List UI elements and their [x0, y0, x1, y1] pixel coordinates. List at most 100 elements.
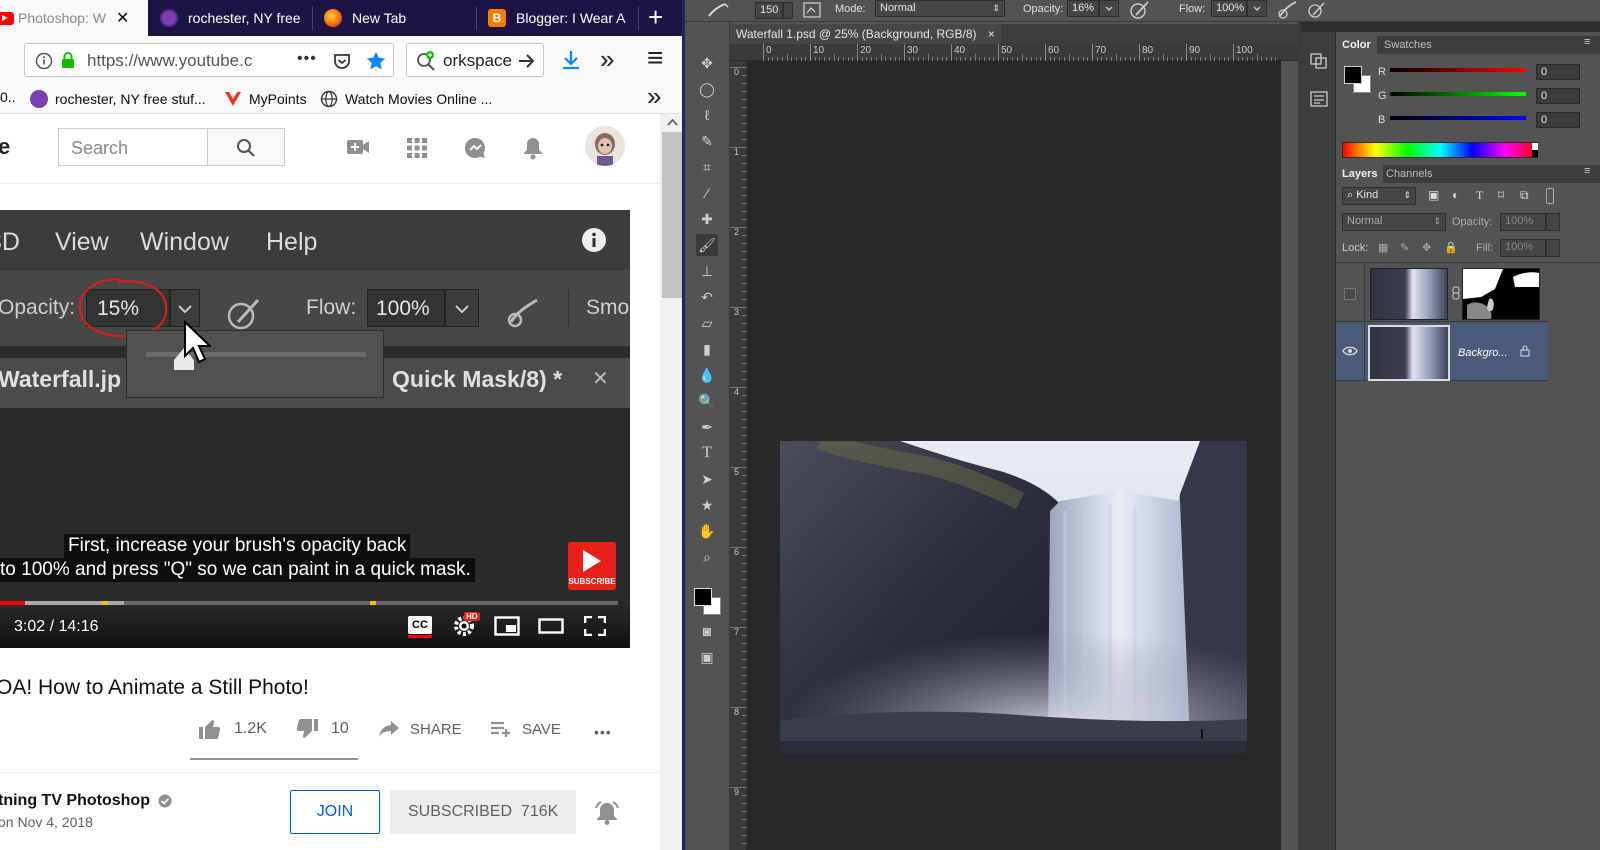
red-value-field[interactable]: 0 [1536, 64, 1580, 80]
layer-thumbnail[interactable] [1368, 325, 1450, 381]
filter-shape-icon[interactable]: ⌑ [1498, 188, 1504, 202]
green-value-field[interactable]: 0 [1536, 88, 1580, 104]
messages-icon[interactable] [464, 137, 486, 159]
panel-menu-icon[interactable]: ≡ [1584, 165, 1590, 177]
eye-visibility-icon[interactable] [1342, 345, 1358, 357]
info-icon[interactable] [35, 52, 53, 70]
zoom-tool-icon[interactable]: ⌕ [696, 546, 718, 568]
bookmark-star-icon[interactable] [365, 50, 387, 72]
lock-transparency-icon[interactable]: ▦ [1378, 241, 1388, 254]
tab-rochester[interactable]: rochester, NY free [150, 0, 310, 36]
brush-panel-toggle-icon[interactable] [803, 2, 821, 18]
layer-thumbnail[interactable] [1370, 268, 1448, 320]
join-button[interactable]: JOIN [290, 790, 380, 834]
scrollbar-thumb[interactable] [662, 132, 682, 298]
brush-size-field[interactable]: 150 [755, 2, 783, 19]
tab-channels[interactable]: Channels [1380, 165, 1438, 183]
lock-pixels-icon[interactable]: ✎ [1400, 241, 1409, 254]
hand-tool-icon[interactable]: ✋ [696, 520, 718, 542]
layer-mask-thumbnail[interactable] [1462, 268, 1540, 320]
foreground-color-swatch[interactable] [694, 588, 712, 606]
filter-type-icon[interactable]: T [1476, 188, 1483, 203]
shape-tool-icon[interactable]: ★ [696, 494, 718, 516]
gradient-tool-icon[interactable]: ▮ [696, 338, 718, 360]
notifications-bell-icon[interactable] [522, 136, 544, 160]
tab-photoshop[interactable]: Photoshop: W ✕ [0, 0, 148, 36]
miniplayer-icon[interactable] [494, 616, 520, 636]
subscribe-watermark-button[interactable]: SUBSCRIBE [568, 542, 616, 590]
new-tab-button[interactable]: + [648, 2, 663, 32]
apps-grid-icon[interactable] [407, 138, 427, 158]
chevron-down-icon[interactable] [1253, 6, 1261, 12]
screen-mode-icon[interactable]: ▣ [696, 646, 718, 668]
dislike-button[interactable]: 10 [295, 718, 349, 740]
pocket-icon[interactable] [332, 51, 352, 71]
pen-tool-icon[interactable]: ✒ [696, 416, 718, 438]
lock-all-icon[interactable]: 🔒 [1444, 241, 1458, 254]
blend-mode-dropdown[interactable]: Normal ⇕ [1342, 213, 1446, 231]
video-info-icon[interactable] [581, 227, 607, 253]
canvas-scrollbar[interactable] [1281, 61, 1298, 850]
more-actions-icon[interactable]: ••• [594, 724, 612, 740]
mode-dropdown[interactable]: Normal ⇕ [875, 0, 1005, 17]
bookmark-rochester[interactable]: rochester, NY free stuf... [30, 88, 206, 110]
page-actions-icon[interactable]: ••• [297, 50, 317, 68]
notification-bell-icon[interactable] [594, 800, 620, 826]
tab-layers[interactable]: Layers [1336, 165, 1384, 183]
scroll-up-icon[interactable] [667, 118, 678, 126]
share-button[interactable]: SHARE [378, 720, 462, 738]
like-button[interactable]: 1.2K [198, 718, 267, 740]
pressure-size-icon[interactable] [1307, 0, 1327, 20]
lasso-tool-icon[interactable]: ℓ [696, 104, 718, 126]
layer-opacity-field[interactable]: 100% [1500, 213, 1546, 231]
path-selection-tool-icon[interactable]: ➤ [696, 468, 718, 490]
history-brush-tool-icon[interactable]: ↶ [696, 286, 718, 308]
tab-color[interactable]: Color [1336, 36, 1377, 54]
tab-blogger[interactable]: B Blogger: I Wear A [478, 0, 636, 36]
document-close-icon[interactable]: × [988, 27, 995, 41]
filter-pixel-icon[interactable]: ▣ [1428, 188, 1439, 202]
filter-toggle[interactable] [1546, 188, 1554, 204]
pressure-opacity-icon[interactable] [1129, 0, 1151, 20]
channel-name[interactable]: tning TV Photoshop [0, 792, 150, 810]
chevron-down-icon[interactable] [1105, 6, 1113, 12]
video-player[interactable]: 3D View Window Help Opacity: 15% Flow: 1… [0, 210, 630, 648]
save-button[interactable]: SAVE [490, 720, 561, 738]
tab-new-tab[interactable]: New Tab [314, 0, 474, 36]
hamburger-menu-icon[interactable]: ≡ [647, 42, 663, 74]
filter-kind-dropdown[interactable]: ⌕ Kind ⇕ [1342, 187, 1416, 205]
youtube-logo-fragment[interactable]: e [0, 134, 10, 160]
move-tool-icon[interactable]: ✥ [696, 52, 718, 74]
properties-panel-icon[interactable] [1309, 90, 1329, 108]
search-input[interactable]: Search [58, 128, 208, 166]
eyedropper-tool-icon[interactable]: ⁄ [696, 182, 718, 204]
fullscreen-icon[interactable] [584, 616, 606, 636]
go-arrow-icon[interactable] [517, 51, 537, 71]
crop-tool-icon[interactable]: ⌗ [696, 156, 718, 178]
lock-position-icon[interactable]: ✥ [1422, 241, 1431, 254]
clone-stamp-tool-icon[interactable]: ⊥ [696, 260, 718, 282]
blue-value-field[interactable]: 0 [1536, 112, 1580, 128]
blur-tool-icon[interactable]: 💧 [696, 364, 718, 386]
flow-field[interactable]: 100% [1211, 0, 1247, 17]
color-spectrum-ramp[interactable] [1342, 142, 1538, 158]
downloads-icon[interactable] [560, 49, 582, 71]
green-slider[interactable] [1390, 92, 1526, 96]
mask-link-chain-icon[interactable] [1452, 286, 1460, 300]
search-bar[interactable]: orkspace [406, 43, 544, 77]
theater-mode-icon[interactable] [538, 618, 564, 634]
quick-mask-icon[interactable]: ◙ [696, 620, 718, 642]
search-button[interactable] [207, 128, 285, 166]
document-tab[interactable]: Waterfall 1.psd @ 25% (Background, RGB/8… [730, 24, 1001, 44]
avatar[interactable] [585, 126, 625, 166]
blue-slider[interactable] [1390, 116, 1526, 120]
fill-field[interactable]: 100% [1500, 239, 1546, 257]
waterfall-image[interactable] [780, 441, 1247, 754]
quick-selection-tool-icon[interactable]: ✎ [696, 130, 718, 152]
subscribed-button[interactable]: SUBSCRIBED 716K [390, 790, 576, 834]
opacity-field[interactable]: 16% [1067, 0, 1099, 17]
tab-swatches[interactable]: Swatches [1378, 36, 1438, 54]
type-tool-icon[interactable]: T [696, 442, 718, 464]
brush-tool-icon[interactable]: 🖌 [696, 234, 718, 256]
create-video-icon[interactable] [346, 138, 370, 156]
